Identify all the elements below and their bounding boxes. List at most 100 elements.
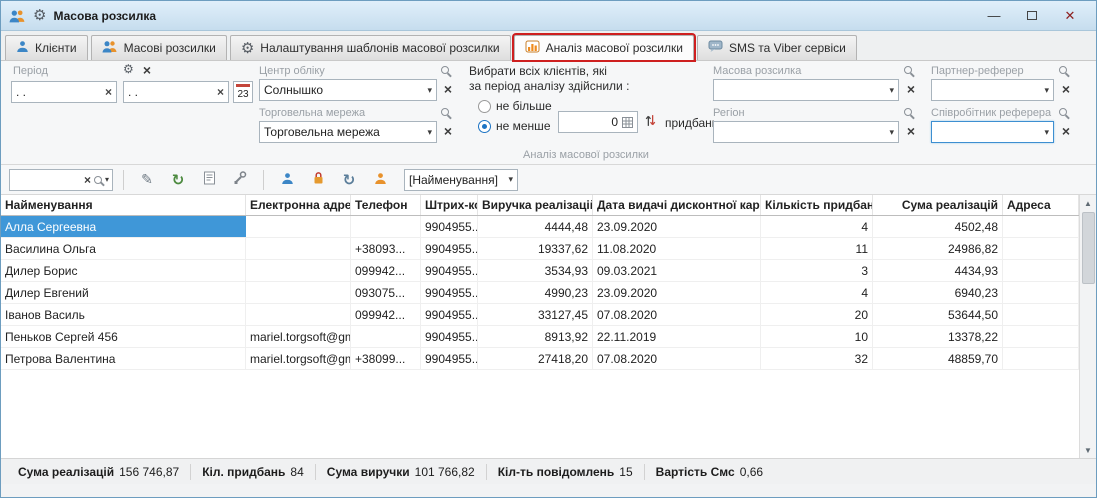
vertical-scrollbar[interactable]: ▲ ▼ <box>1079 195 1096 458</box>
cell-card-date[interactable]: 11.08.2020 <box>593 238 761 259</box>
period-clear-icon[interactable]: × <box>140 63 154 79</box>
radio-no-more[interactable]: не більше <box>478 99 552 113</box>
cell-sum[interactable]: 53644,50 <box>873 304 1003 325</box>
cell-barcode[interactable]: 9904955... <box>421 282 478 303</box>
cell-revenue[interactable]: 3534,93 <box>478 260 593 281</box>
sort-arrows-icon[interactable] <box>644 113 657 128</box>
table-row[interactable]: Іванов Василь 099942... 9904955... 33127… <box>1 304 1079 326</box>
cell-address[interactable] <box>1003 348 1079 369</box>
table-row[interactable]: Алла Сергеевна 9904955... 4444,48 23.09.… <box>1 216 1079 238</box>
cell-address[interactable] <box>1003 238 1079 259</box>
referrer-client-button[interactable] <box>367 169 393 191</box>
cell-phone[interactable]: +38093... <box>351 238 421 259</box>
col-sum[interactable]: Сума реалізацій <box>873 195 1003 215</box>
tab-template-settings[interactable]: ⚙ Налаштування шаблонів масової розсилки <box>230 35 511 60</box>
cell-email[interactable] <box>246 304 351 325</box>
cell-address[interactable] <box>1003 216 1079 237</box>
col-card-date[interactable]: Дата видачі дисконтної картки <box>593 195 761 215</box>
partner-combobox[interactable]: ▾ <box>931 79 1054 101</box>
col-address[interactable]: Адреса <box>1003 195 1079 215</box>
cell-purchases[interactable]: 4 <box>761 216 873 237</box>
cell-barcode[interactable]: 9904955... <box>421 238 478 259</box>
cell-address[interactable] <box>1003 282 1079 303</box>
edit-button[interactable]: ✎ <box>134 169 160 191</box>
cell-phone[interactable]: 099942... <box>351 260 421 281</box>
partner-search-icon[interactable] <box>1059 66 1067 74</box>
col-barcode[interactable]: Штрих-код <box>421 195 478 215</box>
date-from-clear-icon[interactable]: × <box>101 85 112 99</box>
cell-sum[interactable]: 6940,23 <box>873 282 1003 303</box>
calendar-button[interactable]: 23 <box>233 81 253 103</box>
cell-barcode[interactable]: 9904955... <box>421 304 478 325</box>
table-row[interactable]: Василина Ольга +38093... 9904955... 1933… <box>1 238 1079 260</box>
cell-revenue[interactable]: 33127,45 <box>478 304 593 325</box>
cell-address[interactable] <box>1003 326 1079 347</box>
radio-no-less[interactable]: не менше <box>478 119 551 133</box>
cell-card-date[interactable]: 22.11.2019 <box>593 326 761 347</box>
tab-mass-mailings[interactable]: Масові розсилки <box>91 35 227 60</box>
employee-combobox[interactable]: ▾ <box>931 121 1054 143</box>
col-phone[interactable]: Телефон <box>351 195 421 215</box>
cell-address[interactable] <box>1003 260 1079 281</box>
cell-revenue[interactable]: 19337,62 <box>478 238 593 259</box>
network-search-icon[interactable] <box>441 108 449 116</box>
network-combobox[interactable]: Торговельна мережа ▾ <box>259 121 437 143</box>
table-row[interactable]: Петрова Валентина mariel.torgsoft@gm... … <box>1 348 1079 370</box>
scroll-down-icon[interactable]: ▼ <box>1080 442 1096 458</box>
cell-phone[interactable]: +38099... <box>351 348 421 369</box>
cell-sum[interactable]: 48859,70 <box>873 348 1003 369</box>
search-input[interactable] <box>13 172 81 188</box>
region-search-icon[interactable] <box>904 108 912 116</box>
cell-barcode[interactable]: 9904955... <box>421 216 478 237</box>
cell-email[interactable] <box>246 260 351 281</box>
cell-name[interactable]: Алла Сергеевна <box>1 216 246 237</box>
table-row[interactable]: Пеньков Сергей 456 mariel.torgsoft@gm...… <box>1 326 1079 348</box>
cell-name[interactable]: Пеньков Сергей 456 <box>1 326 246 347</box>
col-revenue[interactable]: Виручка реалізацій <box>478 195 593 215</box>
refresh-button[interactable]: ↻ <box>165 169 191 191</box>
center-search-icon[interactable] <box>441 66 449 74</box>
search-clear-icon[interactable]: × <box>84 173 91 187</box>
group-field-combobox[interactable]: [Найменування] ▾ <box>404 169 518 191</box>
mailing-clear-icon[interactable]: × <box>904 82 918 98</box>
employee-clear-icon[interactable]: × <box>1059 124 1073 140</box>
mailing-search-icon[interactable] <box>904 66 912 74</box>
employee-search-icon[interactable] <box>1059 108 1067 116</box>
search-icon[interactable] <box>94 176 102 184</box>
sync-button[interactable]: ↻ <box>336 169 362 191</box>
cell-barcode[interactable]: 9904955... <box>421 348 478 369</box>
cell-name[interactable]: Іванов Василь <box>1 304 246 325</box>
tab-sms-viber[interactable]: SMS та Viber сервіси <box>697 35 857 60</box>
report-button[interactable] <box>196 169 222 191</box>
table-row[interactable]: Дилер Евгений 093075... 9904955... 4990,… <box>1 282 1079 304</box>
date-to-input[interactable]: . . × <box>123 81 229 103</box>
minimize-button[interactable]: — <box>976 4 1012 28</box>
cell-sum[interactable]: 13378,22 <box>873 326 1003 347</box>
lock-button[interactable] <box>305 169 331 191</box>
cell-email[interactable] <box>246 282 351 303</box>
cell-sum[interactable]: 4502,48 <box>873 216 1003 237</box>
region-combobox[interactable]: ▾ <box>713 121 899 143</box>
cell-card-date[interactable]: 09.03.2021 <box>593 260 761 281</box>
network-clear-icon[interactable]: × <box>441 124 455 140</box>
cell-email[interactable] <box>246 216 351 237</box>
grid-icon[interactable] <box>622 117 633 128</box>
cell-phone[interactable] <box>351 326 421 347</box>
cell-purchases[interactable]: 4 <box>761 282 873 303</box>
cell-phone[interactable]: 099942... <box>351 304 421 325</box>
scroll-up-icon[interactable]: ▲ <box>1080 195 1096 211</box>
cell-revenue[interactable]: 27418,20 <box>478 348 593 369</box>
cell-card-date[interactable]: 07.08.2020 <box>593 348 761 369</box>
cell-purchases[interactable]: 10 <box>761 326 873 347</box>
date-to-clear-icon[interactable]: × <box>213 85 224 99</box>
cell-purchases[interactable]: 11 <box>761 238 873 259</box>
cell-email[interactable]: mariel.torgsoft@gm... <box>246 348 351 369</box>
mailing-combobox[interactable]: ▾ <box>713 79 899 101</box>
date-from-input[interactable]: . . × <box>11 81 117 103</box>
quick-search-box[interactable]: × ▾ <box>9 169 113 191</box>
center-clear-icon[interactable]: × <box>441 82 455 98</box>
cell-revenue[interactable]: 4990,23 <box>478 282 593 303</box>
cell-phone[interactable]: 093075... <box>351 282 421 303</box>
cell-sum[interactable]: 4434,93 <box>873 260 1003 281</box>
cell-address[interactable] <box>1003 304 1079 325</box>
